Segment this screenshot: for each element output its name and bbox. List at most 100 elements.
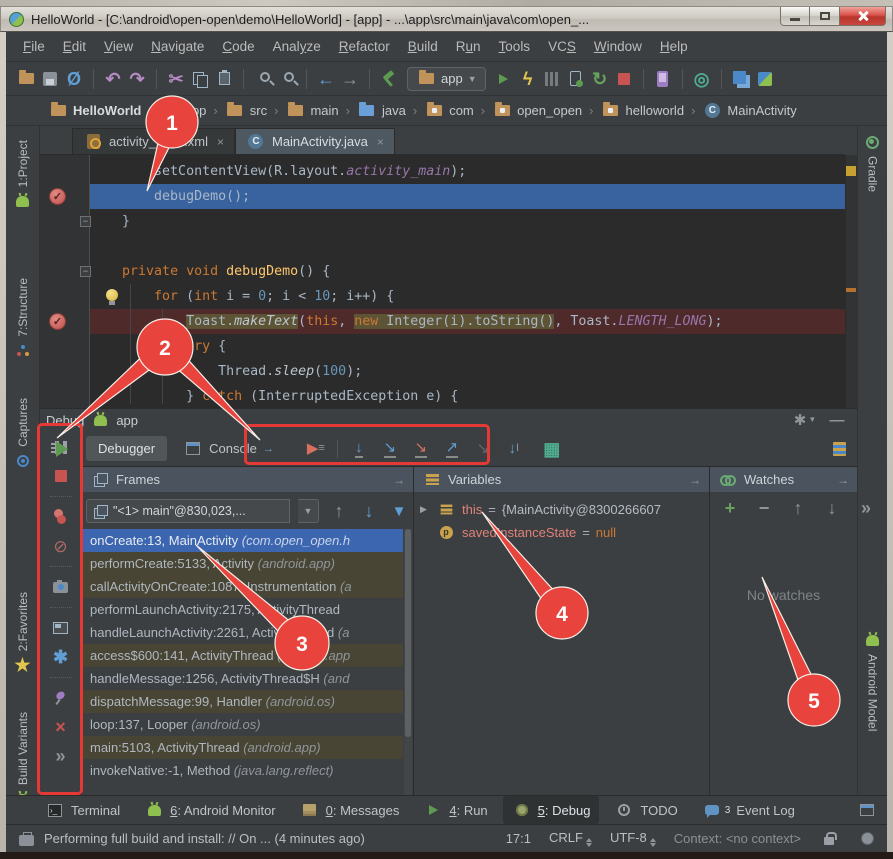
encoding-selector[interactable]: UTF-8 <box>610 830 656 847</box>
sync-gradle-icon[interactable]: ◎ <box>692 69 712 89</box>
stack-frame-row[interactable]: loop:137, Looper (android.os) <box>82 713 403 736</box>
menu-refactor[interactable]: Refactor <box>330 35 399 58</box>
toolbox-icon[interactable] <box>16 829 36 849</box>
tool-stripe-android-model[interactable]: Android Model <box>858 630 887 731</box>
synchronize-icon[interactable]: Ø <box>64 69 84 89</box>
frames-scrollbar[interactable] <box>404 529 412 796</box>
stack-frame-row[interactable]: dispatchMessage:99, Handler (android.os) <box>82 690 403 713</box>
run-to-cursor-icon[interactable]: ↓I <box>504 439 524 459</box>
breadcrumb-item-helloworld[interactable]: HelloWorld <box>46 99 143 123</box>
tool-stripe---project[interactable]: 1:Project <box>6 140 39 211</box>
caret-position[interactable]: 17:1 <box>506 831 531 846</box>
expand-arrow-icon[interactable]: ▶ <box>420 504 430 515</box>
redo-icon[interactable]: ↷ <box>127 69 147 89</box>
editor-tab-activity_main.xml[interactable]: activity_main.xml× <box>72 128 235 154</box>
breadcrumb-item-com[interactable]: com <box>422 99 476 123</box>
debug-settings-gear-icon[interactable]: ✱▼ <box>795 410 815 430</box>
tool-window-button-0--messages[interactable]: 0: Messages <box>291 796 409 824</box>
move-up-icon[interactable]: ↑ <box>788 498 808 518</box>
open-project-icon[interactable] <box>16 69 36 89</box>
menu-help[interactable]: Help <box>651 35 697 58</box>
remove-watch-icon[interactable]: − <box>754 498 774 518</box>
tool-stripe-gradle[interactable]: Gradle <box>858 132 887 192</box>
thread-selector[interactable]: "<1> main"@830,023,... <box>86 499 290 523</box>
menu-vcs[interactable]: VCS <box>539 35 585 58</box>
tool-window-layout-icon[interactable] <box>857 800 877 820</box>
next-frame-icon[interactable]: ↓ <box>359 501 379 521</box>
move-down-icon[interactable]: ↓ <box>822 498 842 518</box>
fold-marker-icon[interactable]: − <box>80 216 91 227</box>
rerun-icon[interactable]: ↻ <box>590 69 610 89</box>
tool-window-button-todo[interactable]: TODO <box>605 796 686 824</box>
make-project-icon[interactable] <box>379 69 399 89</box>
menu-window[interactable]: Window <box>585 35 651 58</box>
save-all-icon[interactable] <box>40 69 60 89</box>
tool-window-button-4--run[interactable]: 4: Run <box>414 796 496 824</box>
close-button[interactable] <box>840 7 886 26</box>
lock-icon[interactable] <box>819 829 839 849</box>
fold-marker-icon[interactable]: − <box>80 266 91 277</box>
tab-close-icon[interactable]: × <box>217 135 224 149</box>
editor-tab-mainactivity.java[interactable]: CMainActivity.java× <box>235 128 395 154</box>
breakpoint-icon[interactable]: ✓ <box>49 313 66 330</box>
minimize-button[interactable] <box>780 7 810 26</box>
hide-tool-window-icon[interactable]: — <box>827 410 847 430</box>
tool-window-button-terminal[interactable]: ›_Terminal <box>36 796 129 824</box>
breadcrumb-item-src[interactable]: src <box>223 99 269 123</box>
run-icon[interactable] <box>494 69 514 89</box>
tab-close-icon[interactable]: × <box>377 135 384 149</box>
menu-navigate[interactable]: Navigate <box>142 35 213 58</box>
menu-view[interactable]: View <box>95 35 142 58</box>
tool-window-button-event-log[interactable]: 3Event Log <box>693 796 804 824</box>
menu-tools[interactable]: Tools <box>490 35 540 58</box>
tool-window-button-5--debug[interactable]: 5: Debug <box>503 796 600 824</box>
find-in-path-icon[interactable] <box>277 69 297 89</box>
tool-window-button-6--android-monitor[interactable]: 6: Android Monitor <box>135 796 285 824</box>
tool-stripe---structure[interactable]: 7:Structure <box>6 278 39 361</box>
breadcrumb-item-app[interactable]: app <box>158 99 209 123</box>
tool-stripe---favorites[interactable]: 2:Favorites★ <box>6 592 39 675</box>
project-structure-icon[interactable] <box>755 69 775 89</box>
menu-run[interactable]: Run <box>447 35 490 58</box>
stack-frame-row[interactable]: onCreate:13, MainActivity (com.open_open… <box>82 529 403 552</box>
add-watch-icon[interactable]: + <box>720 498 740 518</box>
stack-frame-row[interactable]: callActivityOnCreate:1087, Instrumentati… <box>82 575 403 598</box>
find-icon[interactable] <box>253 69 273 89</box>
breadcrumb-item-open_open[interactable]: open_open <box>490 99 584 123</box>
back-icon[interactable]: ← <box>316 69 336 89</box>
evaluate-expression-icon[interactable]: ▦ <box>542 439 562 459</box>
breadcrumb-item-main[interactable]: main <box>283 99 340 123</box>
code-editor[interactable]: setContentView(R.layout.activity_main); … <box>40 155 845 408</box>
avd-manager-icon[interactable] <box>653 69 673 89</box>
stack-frame-row[interactable]: performLaunchActivity:2175, ActivityThre… <box>82 598 403 621</box>
stack-frame-row[interactable]: access$600:141, ActivityThread (android.… <box>82 644 403 667</box>
thread-selector-dropdown[interactable]: ▼ <box>298 499 319 523</box>
menu-code[interactable]: Code <box>213 35 263 58</box>
threads-stack-icon[interactable] <box>829 439 849 459</box>
frames-dock-icon[interactable]: → <box>393 473 405 487</box>
breakpoint-icon[interactable]: ✓ <box>49 188 66 205</box>
debugger-tab-debugger[interactable]: Debugger <box>86 436 167 461</box>
error-stripe[interactable] <box>845 155 857 408</box>
cut-icon[interactable]: ✂ <box>166 69 186 89</box>
more-icon[interactable]: » <box>856 498 876 518</box>
stack-frame-row[interactable]: handleMessage:1256, ActivityThread$H (an… <box>82 667 403 690</box>
attach-debugger-icon[interactable]: ϟ <box>518 69 538 89</box>
undo-icon[interactable]: ↶ <box>103 69 123 89</box>
variable-row[interactable]: psavedInstanceState = null <box>414 521 709 544</box>
intention-bulb-icon[interactable] <box>106 289 118 301</box>
menu-file[interactable]: File <box>14 35 54 58</box>
menu-edit[interactable]: Edit <box>54 35 95 58</box>
previous-frame-icon[interactable]: ↑ <box>329 501 349 521</box>
profiler-icon[interactable] <box>542 69 562 89</box>
breadcrumb-item-java[interactable]: java <box>355 99 408 123</box>
tool-stripe-captures[interactable]: Captures <box>6 398 39 471</box>
run-configuration-selector[interactable]: app▼ <box>407 67 486 91</box>
warning-stripe-mark[interactable] <box>846 166 856 176</box>
menu-build[interactable]: Build <box>399 35 447 58</box>
hector-icon[interactable] <box>857 829 877 849</box>
warning-stripe-mark[interactable] <box>846 288 856 292</box>
stack-frame-row[interactable]: main:5103, ActivityThread (android.app) <box>82 736 403 759</box>
stack-frame-row[interactable]: invokeNative:-1, Method (java.lang.refle… <box>82 759 403 782</box>
maximize-button[interactable] <box>810 7 840 26</box>
